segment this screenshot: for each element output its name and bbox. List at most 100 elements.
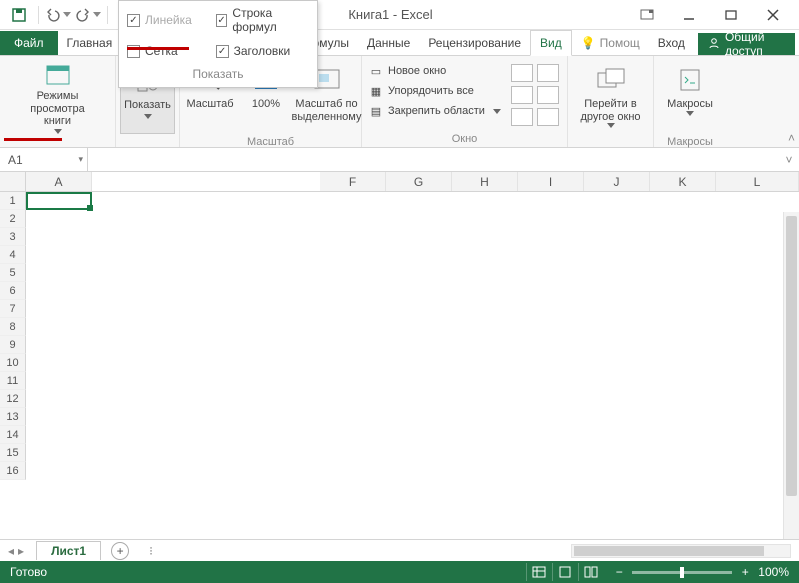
vertical-scrollbar[interactable]	[783, 212, 799, 539]
formula-bar-checkbox[interactable]: ✓ Строка формул	[216, 6, 309, 34]
spreadsheet-grid: A F G H I J K L 1 2 3 4 5 6 7 8 9 10 11 …	[0, 172, 799, 539]
grid-rows[interactable]: 1 2 3 4 5 6 7 8 9 10 11 12 13 14 15 16	[0, 192, 799, 539]
scrollbar-thumb[interactable]	[574, 546, 764, 556]
row-header[interactable]: 14	[0, 426, 26, 444]
row-header[interactable]: 3	[0, 228, 26, 246]
close-button[interactable]	[761, 3, 785, 27]
zoom-out-button[interactable]: −	[612, 565, 626, 579]
workbook-views-label: Режимы просмотра книги	[10, 90, 105, 128]
sync-scroll-button[interactable]	[537, 86, 559, 104]
row-header[interactable]: 11	[0, 372, 26, 390]
column-header[interactable]: J	[584, 172, 650, 191]
split-button[interactable]	[511, 64, 533, 82]
tab-file[interactable]: Файл	[0, 31, 58, 55]
arrange-icon: ▦	[368, 83, 384, 99]
column-header[interactable]: H	[452, 172, 518, 191]
row-header[interactable]: 8	[0, 318, 26, 336]
show-dropdown-popup: ✓ Линейка ✓ Строка формул Сетка ✓ Заголо…	[118, 0, 318, 88]
freeze-icon: ▤	[368, 103, 384, 119]
zoom-slider[interactable]	[632, 571, 732, 574]
column-header[interactable]: L	[716, 172, 799, 191]
formula-bar-expand-button[interactable]: ˅	[779, 148, 799, 171]
column-header[interactable]: G	[386, 172, 452, 191]
row-header[interactable]: 15	[0, 444, 26, 462]
status-ready: Готово	[0, 565, 47, 579]
column-header[interactable]: A	[26, 172, 92, 191]
ribbon-display-button[interactable]	[635, 3, 659, 27]
sign-in-button[interactable]: Вход	[649, 31, 694, 55]
zoom-label: Масштаб	[186, 98, 233, 111]
reset-position-button[interactable]	[537, 108, 559, 126]
tell-me-search[interactable]: 💡 Помощ	[572, 31, 649, 55]
hide-button[interactable]	[511, 86, 533, 104]
macros-icon	[677, 62, 703, 98]
share-label: Общий доступ	[725, 30, 785, 58]
sheet-tab[interactable]: Лист1	[36, 541, 101, 560]
column-header[interactable]: I	[518, 172, 584, 191]
sheet-split-handle[interactable]: ⁝	[149, 544, 153, 558]
row-header[interactable]: 16	[0, 462, 26, 480]
scrollbar-thumb[interactable]	[786, 216, 797, 496]
status-bar: Готово − + 100%	[0, 561, 799, 583]
row-header[interactable]: 6	[0, 282, 26, 300]
name-box[interactable]: A1 ▾	[0, 148, 88, 171]
tab-home[interactable]: Главная	[58, 31, 122, 55]
formula-bar[interactable]	[88, 148, 779, 171]
share-button[interactable]: Общий доступ	[698, 33, 795, 55]
horizontal-scrollbar[interactable]	[571, 544, 791, 558]
maximize-button[interactable]	[719, 3, 743, 27]
checkbox-icon: ✓	[127, 14, 140, 27]
save-button[interactable]	[6, 3, 32, 27]
minimize-button[interactable]	[677, 3, 701, 27]
zoom-100-label: 100%	[252, 98, 280, 111]
lightbulb-icon: 💡	[581, 36, 596, 50]
group-macros: Макросы Макросы	[654, 56, 726, 147]
undo-button[interactable]	[45, 3, 71, 27]
row-header[interactable]: 7	[0, 300, 26, 318]
tab-review[interactable]: Рецензирование	[419, 31, 530, 55]
headings-checkbox[interactable]: ✓ Заголовки	[216, 44, 291, 58]
sheet-nav-prev[interactable]: ◂	[8, 544, 14, 558]
row-header[interactable]: 4	[0, 246, 26, 264]
row-header[interactable]: 12	[0, 390, 26, 408]
freeze-panes-button[interactable]: ▤Закрепить области	[366, 102, 503, 120]
workbook-views-icon	[44, 62, 72, 90]
checkbox-icon: ✓	[216, 45, 229, 58]
zoom-slider-thumb[interactable]	[680, 567, 684, 578]
group-label-window: Окно	[366, 131, 563, 147]
normal-view-button[interactable]	[526, 563, 550, 581]
unhide-button[interactable]	[511, 108, 533, 126]
ribbon-collapse-button[interactable]: ˄	[788, 131, 795, 145]
page-break-view-button[interactable]	[578, 563, 602, 581]
page-layout-view-button[interactable]	[552, 563, 576, 581]
group-label-zoom: Масштаб	[184, 134, 357, 150]
annotation-underline-grid	[127, 47, 189, 50]
zoom-in-button[interactable]: +	[738, 565, 752, 579]
sheet-nav-next[interactable]: ▸	[18, 544, 24, 558]
row-header[interactable]: 5	[0, 264, 26, 282]
tab-data[interactable]: Данные	[358, 31, 419, 55]
zoom-level[interactable]: 100%	[758, 565, 789, 579]
switch-windows-button[interactable]: Перейти в другое окно	[572, 60, 649, 134]
row-header[interactable]: 10	[0, 354, 26, 372]
group-window: ▭Новое окно ▦Упорядочить все ▤Закрепить …	[362, 56, 568, 147]
row-header[interactable]: 2	[0, 210, 26, 228]
new-window-button[interactable]: ▭Новое окно	[366, 62, 503, 80]
popup-group-label: Показать	[119, 63, 317, 87]
view-side-button[interactable]	[537, 64, 559, 82]
tab-view[interactable]: Вид	[530, 30, 572, 56]
column-header[interactable]: F	[320, 172, 386, 191]
row-header[interactable]: 13	[0, 408, 26, 426]
workbook-views-button[interactable]: Режимы просмотра книги	[4, 60, 111, 134]
column-header[interactable]: K	[650, 172, 716, 191]
arrange-all-button[interactable]: ▦Упорядочить все	[366, 82, 503, 100]
select-all-button[interactable]	[0, 172, 26, 191]
name-box-dropdown-icon[interactable]: ▾	[78, 154, 83, 165]
macros-button[interactable]: Макросы	[658, 60, 722, 134]
person-icon	[708, 37, 720, 52]
annotation-underline-show	[4, 138, 62, 141]
row-header[interactable]: 9	[0, 336, 26, 354]
row-header[interactable]: 1	[0, 192, 26, 210]
add-sheet-button[interactable]: +	[111, 542, 129, 560]
redo-button[interactable]	[75, 3, 101, 27]
